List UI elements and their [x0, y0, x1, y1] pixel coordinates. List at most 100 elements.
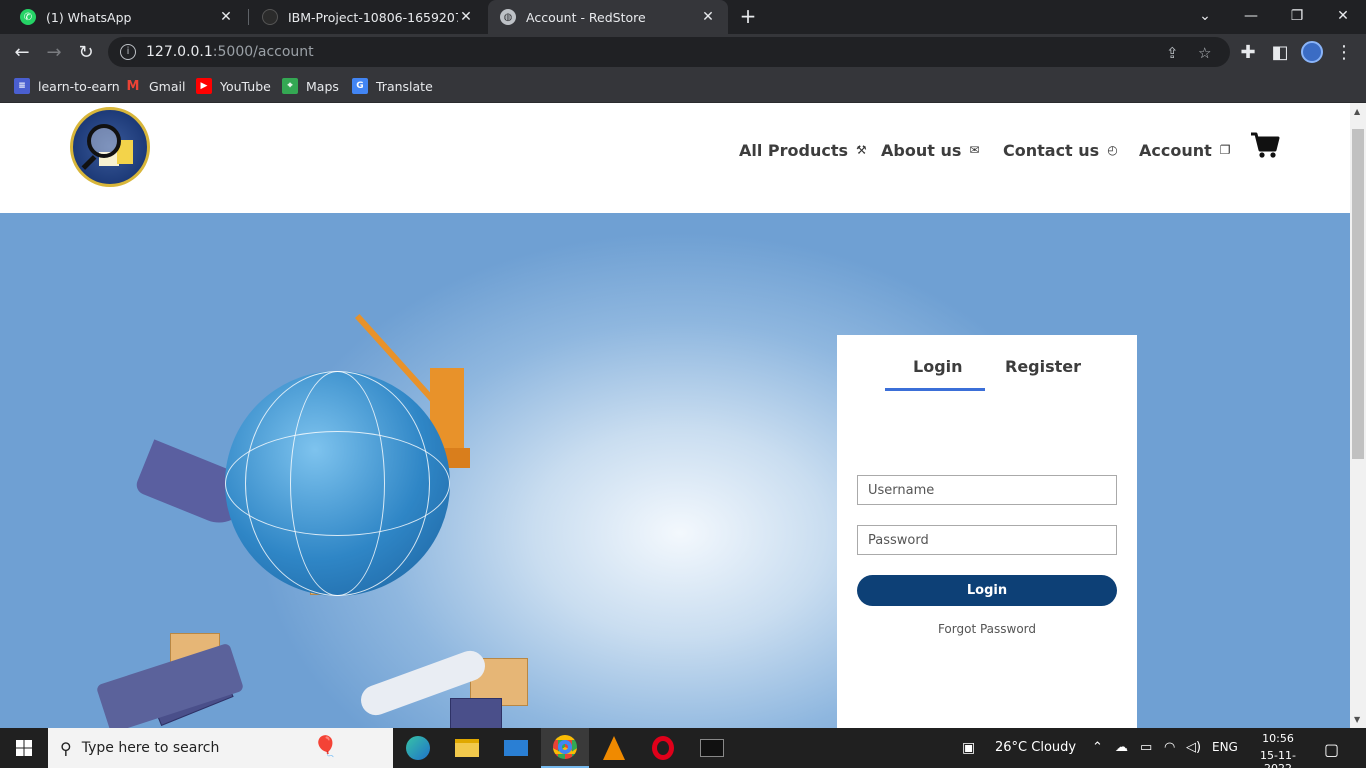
- weather-text[interactable]: 26°C Cloudy: [995, 740, 1076, 755]
- search-placeholder: Type here to search: [81, 740, 220, 756]
- new-tab-button[interactable]: +: [736, 5, 760, 29]
- logistics-illustration: [0, 103, 600, 728]
- address-bar[interactable]: i 127.0.0.1:5000/account ⇪ ☆: [108, 37, 1230, 67]
- tab-login[interactable]: Login: [913, 357, 963, 376]
- bookmark-label: learn-to-earn: [38, 78, 120, 94]
- username-input[interactable]: [857, 475, 1117, 505]
- tools-icon: ⚒: [856, 143, 867, 157]
- truck-shape: [450, 698, 502, 728]
- page-scrollbar[interactable]: ▲ ▼: [1350, 103, 1366, 728]
- tab-title: (1) WhatsApp: [46, 9, 132, 25]
- tab-github[interactable]: IBM-Project-10806-1659207640/ ✕: [250, 0, 486, 34]
- envelope-icon: ✉: [969, 143, 980, 157]
- nav-account[interactable]: Account ❐: [1139, 139, 1231, 161]
- bookmark-star-icon[interactable]: ☆: [1198, 44, 1211, 62]
- tab-search-chevron-icon[interactable]: ⌄: [1182, 0, 1228, 32]
- nav-all-products[interactable]: All Products ⚒: [739, 139, 867, 161]
- gmail-icon: M: [125, 78, 141, 94]
- tab-divider: [248, 9, 249, 25]
- bookmark-learn-to-earn[interactable]: ≡ learn-to-earn: [14, 76, 120, 96]
- mail-icon[interactable]: [492, 728, 540, 768]
- minimize-icon[interactable]: —: [1228, 0, 1274, 32]
- tray-chevron-icon[interactable]: ⌃: [1092, 740, 1103, 755]
- terminal-icon[interactable]: [688, 728, 736, 768]
- restore-icon[interactable]: ❐: [1274, 0, 1320, 32]
- file-explorer-icon[interactable]: [443, 728, 491, 768]
- nav-label: Account: [1139, 140, 1212, 160]
- bookmark-translate[interactable]: G Translate: [352, 76, 433, 96]
- share-icon[interactable]: ⇪: [1166, 44, 1179, 62]
- login-button[interactable]: Login: [857, 575, 1117, 606]
- clock-time[interactable]: 10:56: [1248, 732, 1308, 745]
- clock-date[interactable]: 15-11-2022: [1248, 749, 1308, 768]
- search-highlight-icon: 🎈: [313, 734, 338, 758]
- chrome-icon[interactable]: [541, 728, 589, 768]
- opera-icon[interactable]: [639, 728, 687, 768]
- notification-icon[interactable]: ▢: [1324, 740, 1339, 759]
- profile-avatar[interactable]: [1301, 41, 1323, 63]
- weather-icon[interactable]: ▣: [962, 740, 975, 756]
- onedrive-icon[interactable]: ☁: [1115, 740, 1128, 755]
- tab-account-redstore[interactable]: ◍ Account - RedStore ✕: [488, 0, 728, 34]
- language-indicator[interactable]: ENG: [1212, 740, 1238, 754]
- bookmark-icon: ≡: [14, 78, 30, 94]
- taskbar-search-box[interactable]: ⚲ Type here to search 🎈: [48, 728, 393, 768]
- reload-icon[interactable]: ↻: [72, 38, 100, 66]
- windows-taskbar: ⚲ Type here to search 🎈 ▣ 26°C Cloudy ⌃ …: [0, 728, 1366, 768]
- globe-shape: [225, 371, 450, 596]
- scroll-up-arrow-icon[interactable]: ▲: [1354, 107, 1360, 116]
- hero-banner: Login Register Login Forgot Password: [0, 213, 1350, 728]
- windows-start-icon[interactable]: [16, 740, 32, 756]
- bookmark-gmail[interactable]: M Gmail: [125, 76, 185, 96]
- search-icon: ⚲: [60, 738, 72, 758]
- active-tab-indicator: [885, 388, 985, 391]
- auth-card: Login Register Login Forgot Password: [837, 335, 1137, 728]
- translate-icon: G: [352, 78, 368, 94]
- close-icon[interactable]: ✕: [218, 9, 234, 25]
- side-panel-icon[interactable]: ◧: [1266, 38, 1294, 66]
- github-icon: [262, 9, 278, 25]
- back-arrow-icon[interactable]: ←: [8, 38, 36, 66]
- nav-label: Contact us: [1003, 140, 1100, 160]
- compass-icon: ◴: [1107, 143, 1118, 157]
- web-page: All Products ⚒ About us ✉ Contact us ◴ A…: [0, 103, 1350, 728]
- nav-about-us[interactable]: About us ✉: [881, 139, 979, 161]
- forward-arrow-icon[interactable]: →: [40, 38, 68, 66]
- close-icon[interactable]: ✕: [700, 9, 716, 25]
- scroll-down-arrow-icon[interactable]: ▼: [1354, 715, 1360, 724]
- scrollbar-thumb[interactable]: [1352, 129, 1364, 459]
- whatsapp-icon: ✆: [20, 9, 36, 25]
- globe-parallel-line: [225, 431, 450, 536]
- tab-title: IBM-Project-10806-1659207640/: [288, 9, 458, 25]
- cart-icon[interactable]: [1250, 131, 1280, 159]
- nav-contact-us[interactable]: Contact us ◴: [1003, 139, 1118, 161]
- wifi-icon[interactable]: ◠: [1164, 740, 1175, 755]
- volume-icon[interactable]: ◁): [1186, 740, 1201, 755]
- window-close-icon[interactable]: ✕: [1320, 0, 1366, 32]
- nav-label: All Products: [739, 140, 849, 160]
- forgot-password-link[interactable]: Forgot Password: [837, 622, 1137, 636]
- bookmark-maps[interactable]: ⌖ Maps: [282, 76, 339, 96]
- url-host: 127.0.0.1: [146, 44, 213, 60]
- bookmark-label: Translate: [376, 78, 433, 94]
- bookmarks-bar: ≡ learn-to-earn M Gmail ▶ YouTube ⌖ Maps…: [0, 70, 1366, 103]
- extensions-puzzle-icon[interactable]: ✚: [1234, 38, 1262, 66]
- close-icon[interactable]: ✕: [458, 9, 474, 25]
- bookmark-label: Maps: [306, 78, 339, 94]
- menu-kebab-icon[interactable]: ⋮: [1330, 38, 1358, 66]
- vlc-icon[interactable]: [590, 728, 638, 768]
- url-path: :5000/account: [212, 44, 314, 60]
- nav-label: About us: [881, 140, 962, 160]
- tab-title: Account - RedStore: [526, 9, 646, 25]
- bookmark-label: Gmail: [149, 78, 186, 94]
- site-info-icon[interactable]: i: [120, 44, 136, 60]
- password-input[interactable]: [857, 525, 1117, 555]
- tab-register[interactable]: Register: [1005, 357, 1081, 376]
- youtube-icon: ▶: [196, 78, 212, 94]
- battery-icon[interactable]: ▭: [1140, 740, 1152, 755]
- tab-whatsapp[interactable]: ✆ (1) WhatsApp ✕: [8, 0, 246, 34]
- browser-tab-strip: ✆ (1) WhatsApp ✕ IBM-Project-10806-16592…: [0, 0, 1366, 34]
- bookmark-youtube[interactable]: ▶ YouTube: [196, 76, 271, 96]
- window-icon: ❐: [1219, 143, 1231, 157]
- edge-icon[interactable]: [394, 728, 442, 768]
